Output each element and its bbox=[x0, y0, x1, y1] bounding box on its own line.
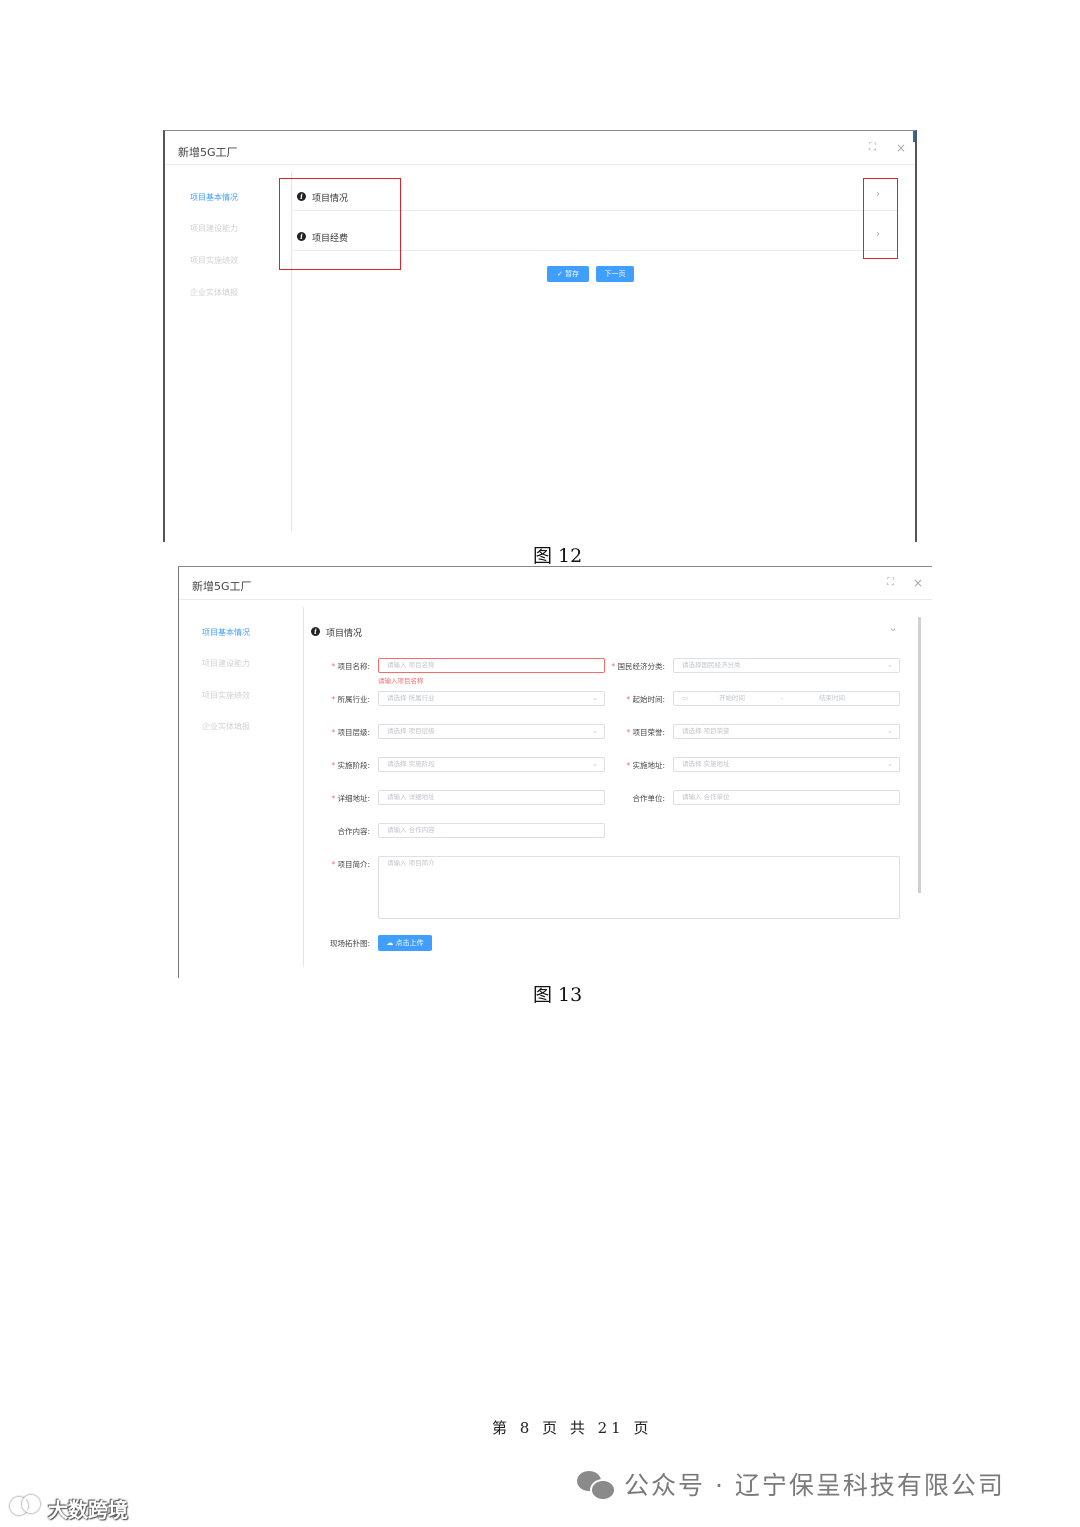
save-draft-button[interactable]: ✓ 暂存 bbox=[547, 266, 589, 282]
start-date[interactable]: 开始时间 bbox=[719, 692, 745, 705]
date-range-picker[interactable]: ▭ 开始时间 - 结束时间 bbox=[673, 691, 900, 706]
maximize-icon[interactable]: ⛶ bbox=[887, 577, 894, 588]
highlight-box-chevrons bbox=[863, 178, 898, 259]
title-divider bbox=[179, 599, 932, 600]
label-stage: * 实施阶段: bbox=[331, 761, 370, 770]
sidebar-item-basic[interactable]: 项目基本情况 bbox=[190, 192, 238, 203]
figure-13-caption: 图 13 bbox=[533, 984, 583, 1006]
info-icon: i bbox=[311, 627, 320, 636]
title-divider bbox=[165, 164, 915, 165]
chevron-down-icon: ⌄ bbox=[887, 760, 893, 768]
close-icon[interactable]: × bbox=[896, 141, 906, 155]
label-industry: * 所属行业: bbox=[331, 695, 370, 704]
upload-button[interactable]: ☁ 点击上传 bbox=[378, 935, 432, 951]
dialog-title: 新增5G工厂 bbox=[178, 146, 238, 159]
project-level-select[interactable]: 请选择 项目层级 ⌄ bbox=[378, 724, 605, 739]
label-partner: 合作单位: bbox=[632, 794, 665, 803]
blue-edge-mark bbox=[913, 131, 915, 142]
sidebar-item-entity[interactable]: 企业实体填报 bbox=[190, 287, 238, 298]
industry-select[interactable]: 请选择 所属行业 ⌄ bbox=[378, 691, 605, 706]
label-intro: * 项目简介: bbox=[331, 860, 370, 869]
page-footer: 第 8 页 共 21 页 bbox=[492, 1419, 653, 1437]
figure-13-screenshot: 新增5G工厂 ⛶ × 项目基本情况 项目建设能力 项目实施绩效 企业实体填报 i… bbox=[178, 566, 932, 978]
sidebar-item-performance[interactable]: 项目实施绩效 bbox=[190, 255, 238, 266]
coop-content-input[interactable]: 请输入 合作内容 bbox=[378, 823, 605, 838]
stage-select[interactable]: 请选择 实施阶段 ⌄ bbox=[378, 757, 605, 772]
watermark-logo-icon bbox=[10, 1493, 46, 1519]
label-address: * 详细地址: bbox=[331, 794, 370, 803]
label-topology: 现场拓扑图: bbox=[329, 939, 370, 948]
chevron-down-icon: ⌄ bbox=[887, 661, 893, 669]
intro-textarea[interactable]: 请输入 项目简介 bbox=[378, 856, 900, 919]
figure-12-screenshot: 新增5G工厂 ⛶ × 项目基本情况 项目建设能力 项目实施绩效 企业实体填报 i… bbox=[163, 130, 917, 542]
sidebar-item-entity[interactable]: 企业实体填报 bbox=[202, 721, 250, 732]
sidebar-item-basic[interactable]: 项目基本情况 bbox=[202, 627, 250, 638]
scrollbar[interactable] bbox=[918, 617, 921, 893]
location-select[interactable]: 请选择 实施地址 ⌄ bbox=[673, 757, 900, 772]
label-location: * 实施地址: bbox=[626, 761, 665, 770]
sidebar-item-capability[interactable]: 项目建设能力 bbox=[202, 658, 250, 669]
econ-class-select[interactable]: 请选择国民经济分类 ⌄ bbox=[673, 658, 900, 673]
label-econ-class: * 国民经济分类: bbox=[611, 662, 665, 671]
watermark-brand: 大数跨境 bbox=[48, 1498, 128, 1522]
project-name-input[interactable]: 请输入 项目名称 bbox=[378, 658, 605, 673]
chevron-down-icon[interactable]: ⌄ bbox=[889, 623, 897, 634]
watermark-account: 公众号 · 辽宁保呈科技有限公司 bbox=[624, 1471, 1005, 1500]
chevron-down-icon: ⌄ bbox=[887, 727, 893, 735]
label-project-level: * 项目层级: bbox=[331, 728, 370, 737]
highlight-box-sections bbox=[279, 178, 401, 270]
label-start-time: * 起始时间: bbox=[626, 695, 665, 704]
date-separator: - bbox=[781, 694, 784, 702]
close-icon[interactable]: × bbox=[913, 576, 923, 590]
project-name-error: 请输入项目名称 bbox=[378, 677, 424, 685]
figure-12-caption: 图 12 bbox=[533, 545, 583, 567]
label-coop-content: 合作内容: bbox=[337, 827, 370, 836]
next-page-button[interactable]: 下一页 bbox=[596, 266, 634, 282]
partner-input[interactable]: 请输入 合作单位 bbox=[673, 790, 900, 805]
sidebar-item-capability[interactable]: 项目建设能力 bbox=[190, 223, 238, 234]
section-project-info[interactable]: 项目情况 bbox=[326, 626, 362, 639]
maximize-icon[interactable]: ⛶ bbox=[869, 142, 876, 153]
project-honor-select[interactable]: 请选择 项目荣誉 ⌄ bbox=[673, 724, 900, 739]
calendar-icon: ▭ bbox=[682, 694, 689, 702]
dialog-title: 新增5G工厂 bbox=[192, 580, 252, 593]
address-input[interactable]: 请输入 详细地址 bbox=[378, 790, 605, 805]
label-project-name: * 项目名称: bbox=[331, 662, 370, 671]
end-date[interactable]: 结束时间 bbox=[819, 692, 845, 705]
wechat-icon bbox=[577, 1469, 616, 1501]
sidebar-item-performance[interactable]: 项目实施绩效 bbox=[202, 690, 250, 701]
label-project-honor: * 项目荣誉: bbox=[626, 728, 665, 737]
